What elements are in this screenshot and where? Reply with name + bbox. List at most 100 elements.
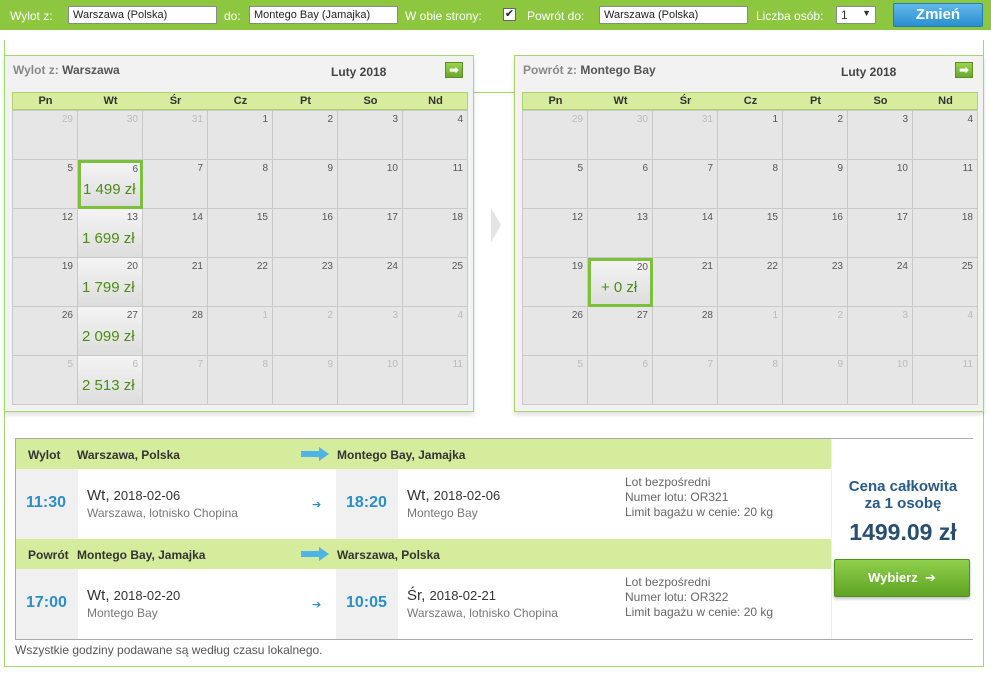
calendar-day[interactable]: 11: [403, 160, 468, 209]
calendar-day[interactable]: 3: [338, 307, 403, 356]
calendar-day[interactable]: 24: [848, 258, 913, 307]
calendar-day[interactable]: 9: [783, 160, 848, 209]
calendar-day[interactable]: 23: [273, 258, 338, 307]
calendar-day[interactable]: 18: [913, 209, 978, 258]
calendar-day[interactable]: 3: [848, 307, 913, 356]
persons-select[interactable]: 1 ▼: [836, 6, 876, 24]
calendar-day[interactable]: 4: [403, 111, 468, 160]
calendar-day[interactable]: 12: [13, 209, 78, 258]
next-month-arrow-icon[interactable]: ➡: [445, 62, 463, 78]
calendar-day[interactable]: 19: [523, 258, 588, 307]
calendar-day[interactable]: 1: [208, 111, 273, 160]
calendar-day[interactable]: 14: [653, 209, 718, 258]
calendar-day[interactable]: 6: [588, 356, 653, 405]
return-field[interactable]: Warszawa (Polska): [599, 6, 748, 24]
calendar-day[interactable]: 25: [403, 258, 468, 307]
weekday-label: Wt: [613, 95, 628, 107]
calendar-day[interactable]: 9: [783, 356, 848, 405]
calendar-day[interactable]: 5: [523, 356, 588, 405]
calendar-day[interactable]: 28: [653, 307, 718, 356]
calendar-day[interactable]: 31: [653, 111, 718, 160]
calendar-day[interactable]: 1: [718, 111, 783, 160]
calendar-day[interactable]: 17: [338, 209, 403, 258]
calendar-day[interactable]: 8: [208, 160, 273, 209]
calendar-day[interactable]: 22: [718, 258, 783, 307]
calendar-day[interactable]: 29: [523, 111, 588, 160]
calendar-day[interactable]: 2: [273, 307, 338, 356]
calendar-day[interactable]: 11: [913, 356, 978, 405]
calendar-day[interactable]: 3: [848, 111, 913, 160]
change-search-button[interactable]: Zmień: [893, 3, 983, 27]
calendar-day[interactable]: 31: [143, 111, 208, 160]
calendar-day[interactable]: 27: [588, 307, 653, 356]
day-number: 13: [636, 212, 648, 223]
calendar-day[interactable]: 6 1 499 zł: [78, 160, 143, 209]
calendar-day[interactable]: 7: [653, 160, 718, 209]
calendar-day[interactable]: 7: [653, 356, 718, 405]
calendar-day[interactable]: 20 1 799 zł: [78, 258, 143, 307]
calendar-day[interactable]: 21: [653, 258, 718, 307]
calendar-day[interactable]: 8: [718, 160, 783, 209]
calendar-day[interactable]: 2: [783, 307, 848, 356]
calendar-day[interactable]: 5: [13, 160, 78, 209]
calendar-day[interactable]: 26: [523, 307, 588, 356]
calendar-day[interactable]: 11: [913, 160, 978, 209]
departure-place: Warszawa, lotnisko Chopina: [87, 506, 238, 520]
calendar-day[interactable]: 19: [13, 258, 78, 307]
calendar-day[interactable]: 13 1 699 zł: [78, 209, 143, 258]
calendar-day[interactable]: 6 2 513 zł: [78, 356, 143, 405]
calendar-day[interactable]: 15: [208, 209, 273, 258]
calendar-day[interactable]: 4: [403, 307, 468, 356]
calendar-day[interactable]: 11: [403, 356, 468, 405]
calendar-day[interactable]: 3: [338, 111, 403, 160]
day-number: 8: [772, 359, 778, 370]
to-field[interactable]: Montego Bay (Jamajka): [249, 6, 398, 24]
calendar-day[interactable]: 16: [783, 209, 848, 258]
calendar-day[interactable]: 7: [143, 356, 208, 405]
calendar-day[interactable]: 21: [143, 258, 208, 307]
calendar-day[interactable]: 7: [143, 160, 208, 209]
calendar-day[interactable]: 10: [338, 160, 403, 209]
next-month-arrow-icon[interactable]: ➡: [955, 62, 973, 78]
day-number: 18: [961, 212, 973, 223]
calendar-day[interactable]: 28: [143, 307, 208, 356]
calendar-day[interactable]: 2: [783, 111, 848, 160]
from-field[interactable]: Warszawa (Polska): [68, 6, 217, 24]
calendar-day[interactable]: 22: [208, 258, 273, 307]
calendar-day[interactable]: 24: [338, 258, 403, 307]
calendar-day[interactable]: 9: [273, 160, 338, 209]
calendar-day[interactable]: 5: [523, 160, 588, 209]
calendar-day[interactable]: 4: [913, 111, 978, 160]
calendar-day[interactable]: 18: [403, 209, 468, 258]
select-button[interactable]: Wybierz ➔: [834, 559, 970, 597]
calendar-day[interactable]: 29: [13, 111, 78, 160]
calendar-day[interactable]: 23: [783, 258, 848, 307]
calendar-day[interactable]: 13: [588, 209, 653, 258]
calendar-day[interactable]: 1: [718, 307, 783, 356]
calendar-day[interactable]: 5: [13, 356, 78, 405]
roundtrip-checkbox[interactable]: ✔: [503, 8, 516, 21]
calendar-day[interactable]: 27 2 099 zł: [78, 307, 143, 356]
calendar-day[interactable]: 30: [78, 111, 143, 160]
calendar-day[interactable]: 25: [913, 258, 978, 307]
calendar-day[interactable]: 20 + 0 zł: [588, 258, 653, 307]
calendar-day[interactable]: 10: [848, 160, 913, 209]
calendar-day[interactable]: 9: [273, 356, 338, 405]
calendar-day[interactable]: 2: [273, 111, 338, 160]
calendar-day[interactable]: 16: [273, 209, 338, 258]
calendar-day[interactable]: 15: [718, 209, 783, 258]
calendar-day[interactable]: 30: [588, 111, 653, 160]
calendar-day[interactable]: 14: [143, 209, 208, 258]
day-number: 6: [642, 359, 648, 370]
calendar-day[interactable]: 8: [208, 356, 273, 405]
search-bar: Wylot z: Warszawa (Polska) do: Montego B…: [0, 0, 991, 30]
calendar-day[interactable]: 1: [208, 307, 273, 356]
calendar-day[interactable]: 8: [718, 356, 783, 405]
calendar-day[interactable]: 4: [913, 307, 978, 356]
calendar-day[interactable]: 26: [13, 307, 78, 356]
calendar-day[interactable]: 12: [523, 209, 588, 258]
calendar-day[interactable]: 10: [848, 356, 913, 405]
calendar-day[interactable]: 17: [848, 209, 913, 258]
calendar-day[interactable]: 10: [338, 356, 403, 405]
calendar-day[interactable]: 6: [588, 160, 653, 209]
